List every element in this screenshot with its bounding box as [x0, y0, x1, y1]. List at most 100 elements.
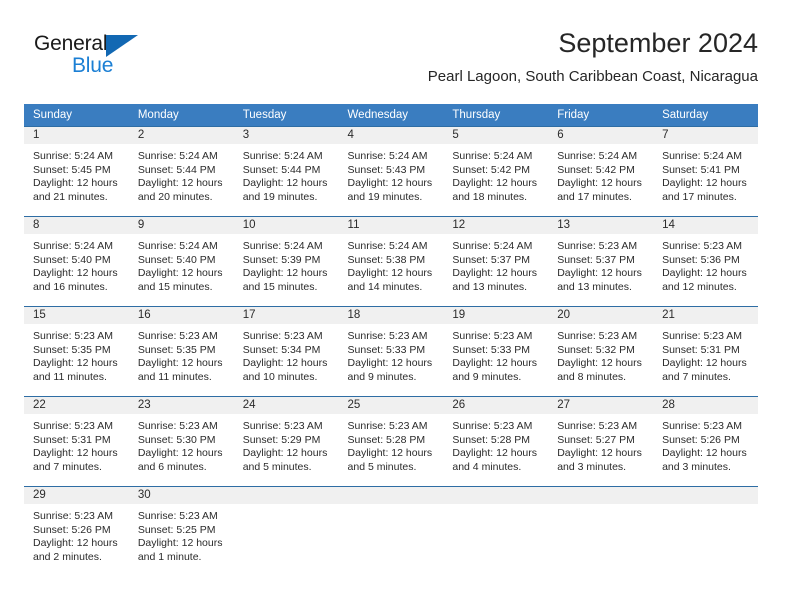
daylight-text-line2: and 15 minutes.	[137, 280, 213, 293]
brand-logo[interactable]: General Blue	[34, 32, 214, 88]
calendar-day-cell[interactable]: 30 Sunrise: 5:23 AM Sunset: 5:25 PM Dayligh…	[128, 486, 234, 577]
calendar-day-cell[interactable]: 13 Sunrise: 5:23 AM Sunset: 5:37 PM Dayligh…	[548, 216, 654, 307]
day-details: Sunrise: 5:24 AM Sunset: 5:44 PM Daylight:…	[234, 144, 339, 204]
calendar-header-row: Sunday Monday Tuesday Wednesday Thursday…	[24, 104, 758, 127]
sunrise-text: Sunrise: 5:24 AM	[242, 240, 323, 252]
calendar-day-cell[interactable]: 27 Sunrise: 5:23 AM Sunset: 5:27 PM Dayligh…	[548, 396, 654, 487]
calendar-day-cell-empty	[443, 486, 549, 577]
day-details: Sunrise: 5:24 AM Sunset: 5:37 PM Daylight:…	[443, 234, 548, 294]
calendar-day-cell[interactable]: 11 Sunrise: 5:24 AM Sunset: 5:38 PM Dayligh…	[338, 216, 444, 307]
calendar-day-cell[interactable]: 6 Sunrise: 5:24 AM Sunset: 5:42 PM Daylight…	[548, 126, 654, 217]
day-details: Sunrise: 5:23 AM Sunset: 5:32 PM Daylight:…	[548, 324, 653, 384]
sunrise-text: Sunrise: 5:23 AM	[452, 420, 533, 432]
day-number	[548, 487, 654, 504]
sunset-text: Sunset: 5:44 PM	[137, 163, 216, 176]
daylight-text-line1: Daylight: 12 hours	[347, 177, 433, 190]
calendar-day-cell[interactable]: 21 Sunrise: 5:23 AM Sunset: 5:31 PM Dayligh…	[653, 306, 758, 397]
calendar-day-cell[interactable]: 22 Sunrise: 5:23 AM Sunset: 5:31 PM Dayligh…	[24, 396, 129, 487]
daylight-text-line2: and 20 minutes.	[137, 190, 213, 203]
daylight-text-line1: Daylight: 12 hours	[242, 177, 328, 190]
day-number: 28	[653, 397, 758, 414]
calendar-day-cell[interactable]: 3 Sunrise: 5:24 AM Sunset: 5:44 PM Daylight…	[233, 126, 339, 217]
page-subtitle: Pearl Lagoon, South Caribbean Coast, Nic…	[427, 68, 758, 85]
calendar-day-cell[interactable]: 24 Sunrise: 5:23 AM Sunset: 5:29 PM Dayligh…	[233, 396, 339, 487]
sunrise-text: Sunrise: 5:23 AM	[137, 330, 218, 342]
daylight-text-line2: and 9 minutes.	[452, 370, 522, 383]
calendar-day-cell-empty	[233, 486, 339, 577]
calendar-day-cell[interactable]: 23 Sunrise: 5:23 AM Sunset: 5:30 PM Dayligh…	[128, 396, 234, 487]
calendar-day-cell[interactable]: 15 Sunrise: 5:23 AM Sunset: 5:35 PM Dayligh…	[24, 306, 129, 397]
day-number: 22	[24, 397, 129, 414]
day-number: 25	[338, 397, 444, 414]
daylight-text-line1: Daylight: 12 hours	[242, 357, 328, 370]
calendar-day-cell[interactable]: 26 Sunrise: 5:23 AM Sunset: 5:28 PM Dayligh…	[443, 396, 549, 487]
calendar-day-cell-empty	[548, 486, 654, 577]
calendar-day-cell-empty	[338, 486, 444, 577]
daylight-text-line2: and 11 minutes.	[137, 370, 212, 383]
calendar-day-cell[interactable]: 19 Sunrise: 5:23 AM Sunset: 5:33 PM Dayligh…	[443, 306, 549, 397]
calendar-day-cell[interactable]: 18 Sunrise: 5:23 AM Sunset: 5:33 PM Dayligh…	[338, 306, 444, 397]
daylight-text-line2: and 7 minutes.	[33, 460, 102, 473]
sunset-text: Sunset: 5:34 PM	[242, 343, 321, 356]
calendar-day-cell[interactable]: 4 Sunrise: 5:24 AM Sunset: 5:43 PM Daylight…	[338, 126, 444, 217]
day-details: Sunrise: 5:24 AM Sunset: 5:42 PM Daylight:…	[548, 144, 653, 204]
daylight-text-line1: Daylight: 12 hours	[33, 177, 118, 190]
daylight-text-line2: and 18 minutes.	[452, 190, 528, 203]
calendar-day-cell[interactable]: 12 Sunrise: 5:24 AM Sunset: 5:37 PM Dayligh…	[443, 216, 549, 307]
daylight-text-line2: and 8 minutes.	[557, 370, 627, 383]
weekday-header-sunday: Sunday	[24, 104, 129, 127]
sunset-text: Sunset: 5:28 PM	[452, 433, 531, 446]
day-number: 12	[443, 217, 549, 234]
calendar-day-cell[interactable]: 14 Sunrise: 5:23 AM Sunset: 5:36 PM Dayligh…	[653, 216, 758, 307]
day-details: Sunrise: 5:23 AM Sunset: 5:33 PM Daylight:…	[443, 324, 548, 384]
calendar-day-cell[interactable]: 20 Sunrise: 5:23 AM Sunset: 5:32 PM Dayligh…	[548, 306, 654, 397]
day-number	[338, 487, 444, 504]
day-details: Sunrise: 5:23 AM Sunset: 5:37 PM Daylight:…	[548, 234, 653, 294]
calendar-day-cell[interactable]: 1 Sunrise: 5:24 AM Sunset: 5:45 PM Daylight…	[24, 126, 129, 217]
calendar-day-cell[interactable]: 9 Sunrise: 5:24 AM Sunset: 5:40 PM Daylight…	[128, 216, 234, 307]
sunrise-text: Sunrise: 5:23 AM	[347, 420, 428, 432]
sunrise-text: Sunrise: 5:24 AM	[557, 150, 638, 162]
daylight-text-line1: Daylight: 12 hours	[137, 357, 223, 370]
sunset-text: Sunset: 5:42 PM	[452, 163, 531, 176]
sunset-text: Sunset: 5:36 PM	[662, 253, 740, 266]
day-details: Sunrise: 5:23 AM Sunset: 5:35 PM Daylight:…	[129, 324, 234, 384]
day-details: Sunrise: 5:23 AM Sunset: 5:30 PM Daylight:…	[129, 414, 234, 474]
day-number: 30	[128, 487, 234, 504]
brand-name-general: General	[34, 32, 108, 55]
calendar-day-cell[interactable]: 29 Sunrise: 5:23 AM Sunset: 5:26 PM Dayligh…	[24, 486, 129, 577]
day-number: 5	[443, 127, 549, 144]
calendar-day-cell[interactable]: 5 Sunrise: 5:24 AM Sunset: 5:42 PM Daylight…	[443, 126, 549, 217]
sunrise-text: Sunrise: 5:23 AM	[137, 510, 218, 522]
calendar-day-cell[interactable]: 7 Sunrise: 5:24 AM Sunset: 5:41 PM Daylight…	[653, 126, 758, 217]
sunrise-text: Sunrise: 5:23 AM	[557, 420, 638, 432]
day-details: Sunrise: 5:24 AM Sunset: 5:44 PM Daylight:…	[129, 144, 234, 204]
day-details: Sunrise: 5:24 AM Sunset: 5:45 PM Daylight:…	[24, 144, 129, 204]
calendar-day-cell[interactable]: 10 Sunrise: 5:24 AM Sunset: 5:39 PM Dayligh…	[233, 216, 339, 307]
day-details: Sunrise: 5:24 AM Sunset: 5:43 PM Daylight:…	[339, 144, 444, 204]
sunrise-text: Sunrise: 5:24 AM	[452, 240, 533, 252]
daylight-text-line1: Daylight: 12 hours	[33, 447, 118, 460]
day-number: 21	[653, 307, 758, 324]
calendar-day-cell[interactable]: 2 Sunrise: 5:24 AM Sunset: 5:44 PM Daylight…	[128, 126, 234, 217]
daylight-text-line2: and 12 minutes.	[662, 280, 737, 293]
calendar-day-cell[interactable]: 25 Sunrise: 5:23 AM Sunset: 5:28 PM Dayligh…	[338, 396, 444, 487]
calendar-day-cell-empty	[653, 486, 758, 577]
day-number: 13	[548, 217, 654, 234]
daylight-text-line1: Daylight: 12 hours	[137, 177, 223, 190]
daylight-text-line1: Daylight: 12 hours	[33, 267, 118, 280]
calendar-day-cell[interactable]: 28 Sunrise: 5:23 AM Sunset: 5:26 PM Dayligh…	[653, 396, 758, 487]
daylight-text-line2: and 3 minutes.	[557, 460, 627, 473]
day-number: 6	[548, 127, 654, 144]
sunrise-text: Sunrise: 5:23 AM	[242, 420, 323, 432]
daylight-text-line2: and 6 minutes.	[137, 460, 207, 473]
calendar-day-cell[interactable]: 16 Sunrise: 5:23 AM Sunset: 5:35 PM Dayligh…	[128, 306, 234, 397]
sunrise-text: Sunrise: 5:24 AM	[347, 240, 428, 252]
day-details: Sunrise: 5:24 AM Sunset: 5:42 PM Daylight:…	[443, 144, 548, 204]
day-details: Sunrise: 5:23 AM Sunset: 5:36 PM Daylight:…	[653, 234, 758, 294]
calendar-day-cell[interactable]: 8 Sunrise: 5:24 AM Sunset: 5:40 PM Daylight…	[24, 216, 129, 307]
calendar-week-row: 8 Sunrise: 5:24 AM Sunset: 5:40 PM Daylight…	[24, 216, 758, 307]
day-details: Sunrise: 5:23 AM Sunset: 5:29 PM Daylight:…	[234, 414, 339, 474]
calendar-day-cell[interactable]: 17 Sunrise: 5:23 AM Sunset: 5:34 PM Dayligh…	[233, 306, 339, 397]
sunset-text: Sunset: 5:31 PM	[33, 433, 111, 446]
